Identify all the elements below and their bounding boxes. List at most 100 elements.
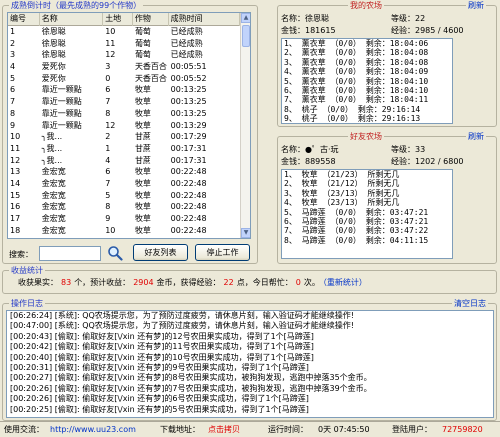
cell-plot: 7 <box>105 178 111 188</box>
clear-log-link[interactable]: 清空日志 <box>452 298 488 309</box>
my-farm-refresh-link[interactable]: 刷新 <box>466 0 486 11</box>
crop-table-header: 编号 名称 土地 作物 成熟时间 <box>8 13 240 26</box>
friend-farm-plot-item[interactable]: 6、 马蹄莲 （0/0） 剩余：03:47:21 <box>282 217 452 226</box>
search-icon[interactable] <box>107 245 123 261</box>
cell-plot: 6 <box>105 167 111 177</box>
table-row[interactable]: 5 爱死你 0 天香百合 00:05:52 <box>8 73 240 85</box>
cell-id: 18 <box>10 225 21 235</box>
table-row[interactable]: 4 爱死你 3 天香百合 00:05:51 <box>8 61 240 73</box>
table-row[interactable]: 2 徐恩聪 11 葡萄 已经成熟 <box>8 38 240 50</box>
log-entry[interactable]: [00:20:27] [偷取]: 偷取好友[\/xin 还有梦]的8号农田果实成… <box>7 373 493 383</box>
table-row[interactable]: 17 金宏宽 9 牧草 00:22:48 <box>8 213 240 225</box>
my-farm-plot-item[interactable]: 6、 薰衣草 （0/0） 剩余：18:04:10 <box>282 86 452 95</box>
stop-work-button[interactable]: 停止工作 <box>195 244 250 261</box>
help-count: 0 <box>295 278 301 287</box>
my-farm-plot-item[interactable]: 1、 薰衣草 （0/0） 剩余：18:04:06 <box>282 39 452 48</box>
table-row[interactable]: 7 靠近一颗點 7 牧草 00:13:25 <box>8 96 240 108</box>
crop-countdown-legend: 成熟倒计时（最先成熟的99个作物） <box>9 0 144 11</box>
friend-farm-plot-item[interactable]: 4、 牧草 （23/13） 所剩无几 <box>282 198 452 207</box>
my-farm-plot-list[interactable]: 1、 薰衣草 （0/0） 剩余：18:04:06 2、 薰衣草 （0/0） 剩余：… <box>281 38 453 124</box>
scroll-thumb[interactable] <box>242 25 250 47</box>
friend-farm-plot-item[interactable]: 1、 牧草 （21/23） 所剩无几 <box>282 170 452 179</box>
friend-farm-plot-item[interactable]: 8、 马蹄莲 （0/0） 剩余：04:11:15 <box>282 236 452 245</box>
scroll-down-icon[interactable]: ▼ <box>241 228 250 238</box>
log-entry[interactable]: [06:26:24] [系统]: QQ农场提示您，为了预防过度疲劳，请休息片刻，… <box>7 311 493 321</box>
my-farm-plot-item[interactable]: 5、 薰衣草 （0/0） 剩余：18:04:10 <box>282 77 452 86</box>
table-row[interactable]: 6 靠近一颗點 6 牧草 00:13:25 <box>8 84 240 96</box>
cell-plot: 10 <box>105 27 116 36</box>
my-farm-gold-row: 金钱：181615 <box>281 25 336 36</box>
cell-crop: 甘蔗 <box>134 132 151 142</box>
column-header-name[interactable]: 名称 <box>40 13 104 26</box>
table-row[interactable]: 14 金宏宽 7 牧草 00:22:48 <box>8 178 240 190</box>
table-row[interactable]: 15 金宏宽 5 牧草 00:22:48 <box>8 190 240 202</box>
log-entry[interactable]: [00:20:26] [偷取]: 偷取好友[\/xin 还有梦]的7号农田果实成… <box>7 384 493 394</box>
cell-plot: 11 <box>105 38 116 48</box>
table-row[interactable]: 3 徐恩聪 12 葡萄 已经成熟 <box>8 49 240 61</box>
exp-gained-label: 金币，获得经验： <box>156 278 221 287</box>
download-label: 下载地址： <box>160 425 200 434</box>
table-row[interactable]: 9 靠近一颗點 12 牧草 00:13:29 <box>8 120 240 132</box>
cell-crop: 牧草 <box>134 178 151 188</box>
expected-income: 2904 <box>133 278 154 287</box>
my-farm-plot-item[interactable]: 8、 桃子 （0/0） 剩余：29:16:14 <box>282 105 452 114</box>
column-header-crop[interactable]: 作物 <box>133 13 169 26</box>
column-header-mature-time[interactable]: 成熟时间 <box>169 13 240 26</box>
cell-id: 17 <box>10 214 21 223</box>
log-entry[interactable]: [00:20:42] [偷取]: 偷取好友[\/xin 还有梦]的11号农田果实… <box>7 342 493 352</box>
friend-farm-plot-list[interactable]: 1、 牧草 （21/23） 所剩无几 2、 牧草 （21/12） 所剩无几 3、 牧… <box>281 169 453 259</box>
friend-farm-plot-item[interactable]: 3、 牧草 （23/13） 所剩无几 <box>282 189 452 198</box>
cell-mature-time: 00:22:48 <box>170 214 207 223</box>
cell-mature-time: 已经成熟 <box>170 50 203 60</box>
cell-mature-time: 00:22:48 <box>170 202 207 212</box>
site-url-link[interactable]: http://www.uu23.com <box>50 422 136 437</box>
column-header-plot[interactable]: 土地 <box>103 13 133 26</box>
table-row[interactable]: 16 金宏宽 8 牧草 00:22:48 <box>8 201 240 213</box>
table-row[interactable]: 8 靠近一颗點 8 牧草 00:13:25 <box>8 108 240 120</box>
friend-farm-refresh-link[interactable]: 刷新 <box>466 131 486 142</box>
log-entry[interactable]: [00:20:43] [偷取]: 偷取好友[\/xin 还有梦]的12号农田果实… <box>7 332 493 342</box>
cell-name: ╮我... <box>41 155 63 165</box>
friend-list-button[interactable]: 好友列表 <box>133 244 188 261</box>
search-input[interactable] <box>39 246 101 261</box>
log-entry[interactable]: [00:20:31] [偷取]: 偷取好友[\/xin 还有梦]的9号农田果实成… <box>7 363 493 373</box>
table-row[interactable]: 11 ╮我... 1 甘蔗 00:17:31 <box>8 143 240 155</box>
log-entry[interactable]: [00:20:25] [偷取]: 偷取好友[\/xin 还有梦]的5号农田果实成… <box>7 405 493 415</box>
cell-plot: 4 <box>105 155 111 165</box>
cell-plot: 8 <box>105 108 111 118</box>
cell-mature-time: 已经成熟 <box>170 38 203 48</box>
friend-farm-plot-item[interactable]: 7、 马蹄莲 （0/0） 剩余：03:47:22 <box>282 226 452 235</box>
crop-table-scrollbar[interactable]: ▲ ▼ <box>240 13 250 238</box>
friend-farm-plot-item[interactable]: 2、 牧草 （21/12） 所剩无几 <box>282 179 452 188</box>
cell-mature-time: 已经成熟 <box>170 27 203 36</box>
log-entry[interactable]: [00:20:26] [偷取]: 偷取好友[\/xin 还有梦]的6号农田果实成… <box>7 394 493 404</box>
my-farm-plot-item[interactable]: 9、 桃子 （0/0） 剩余：29:16:13 <box>282 114 452 123</box>
table-row[interactable]: 18 金宏宽 10 牧草 00:22:48 <box>8 225 240 237</box>
scroll-up-icon[interactable]: ▲ <box>241 13 250 23</box>
download-copy-link[interactable]: 点击拷贝 <box>208 422 240 437</box>
cell-id: 3 <box>10 50 16 60</box>
friend-farm-plot-item[interactable]: 5、 马蹄莲 （0/0） 剩余：03:47:21 <box>282 208 452 217</box>
my-farm-plot-item[interactable]: 7、 薰衣草 （0/0） 剩余：18:04:11 <box>282 95 452 104</box>
column-header-id[interactable]: 编号 <box>8 13 40 26</box>
level-label: 等级： <box>391 14 415 23</box>
my-farm-plot-item[interactable]: 2、 薰衣草 （0/0） 剩余：18:04:08 <box>282 48 452 57</box>
table-row[interactable]: 1 徐恩聪 10 葡萄 已经成熟 <box>8 26 240 38</box>
log-entry[interactable]: [00:20:40] [偷取]: 偷取好友[\/xin 还有梦]的10号农田果实… <box>7 353 493 363</box>
my-farm-plot-item[interactable]: 4、 薰衣草 （0/0） 剩余：18:04:09 <box>282 67 452 76</box>
crop-table[interactable]: 编号 名称 土地 作物 成熟时间 1 徐恩聪 10 葡萄 已经成熟 2 徐恩聪 11 葡萄 已经成… <box>7 12 251 239</box>
cell-mature-time: 00:22:48 <box>170 178 207 188</box>
reset-stats-link[interactable]: （重新统计） <box>323 278 367 287</box>
cell-mature-time: 00:13:29 <box>170 120 207 130</box>
table-row[interactable]: 12 ╮我... 4 甘蔗 00:17:31 <box>8 155 240 167</box>
log-entry[interactable]: [00:47:00] [系统]: QQ农场提示您，为了预防过度疲劳，请休息片刻，… <box>7 321 493 331</box>
cell-plot: 6 <box>105 85 111 95</box>
table-row[interactable]: 10 ╮我... 2 甘蔗 00:17:29 <box>8 131 240 143</box>
name-label: 名称： <box>281 14 305 23</box>
my-farm-plot-item[interactable]: 3、 薰衣草 （0/0） 剩余：18:04:08 <box>282 58 452 67</box>
friend-farm-group: 好友农场 刷新 名称：●゜古·玩 等级：33 金钱：889558 经验：1202… <box>277 131 497 264</box>
times-label: 次。 <box>303 278 320 287</box>
cell-id: 12 <box>10 155 21 165</box>
log-list[interactable]: [06:26:24] [系统]: QQ农场提示您，为了预防过度疲劳，请休息片刻，… <box>6 310 494 418</box>
table-row[interactable]: 13 金宏宽 6 牧草 00:22:48 <box>8 166 240 178</box>
